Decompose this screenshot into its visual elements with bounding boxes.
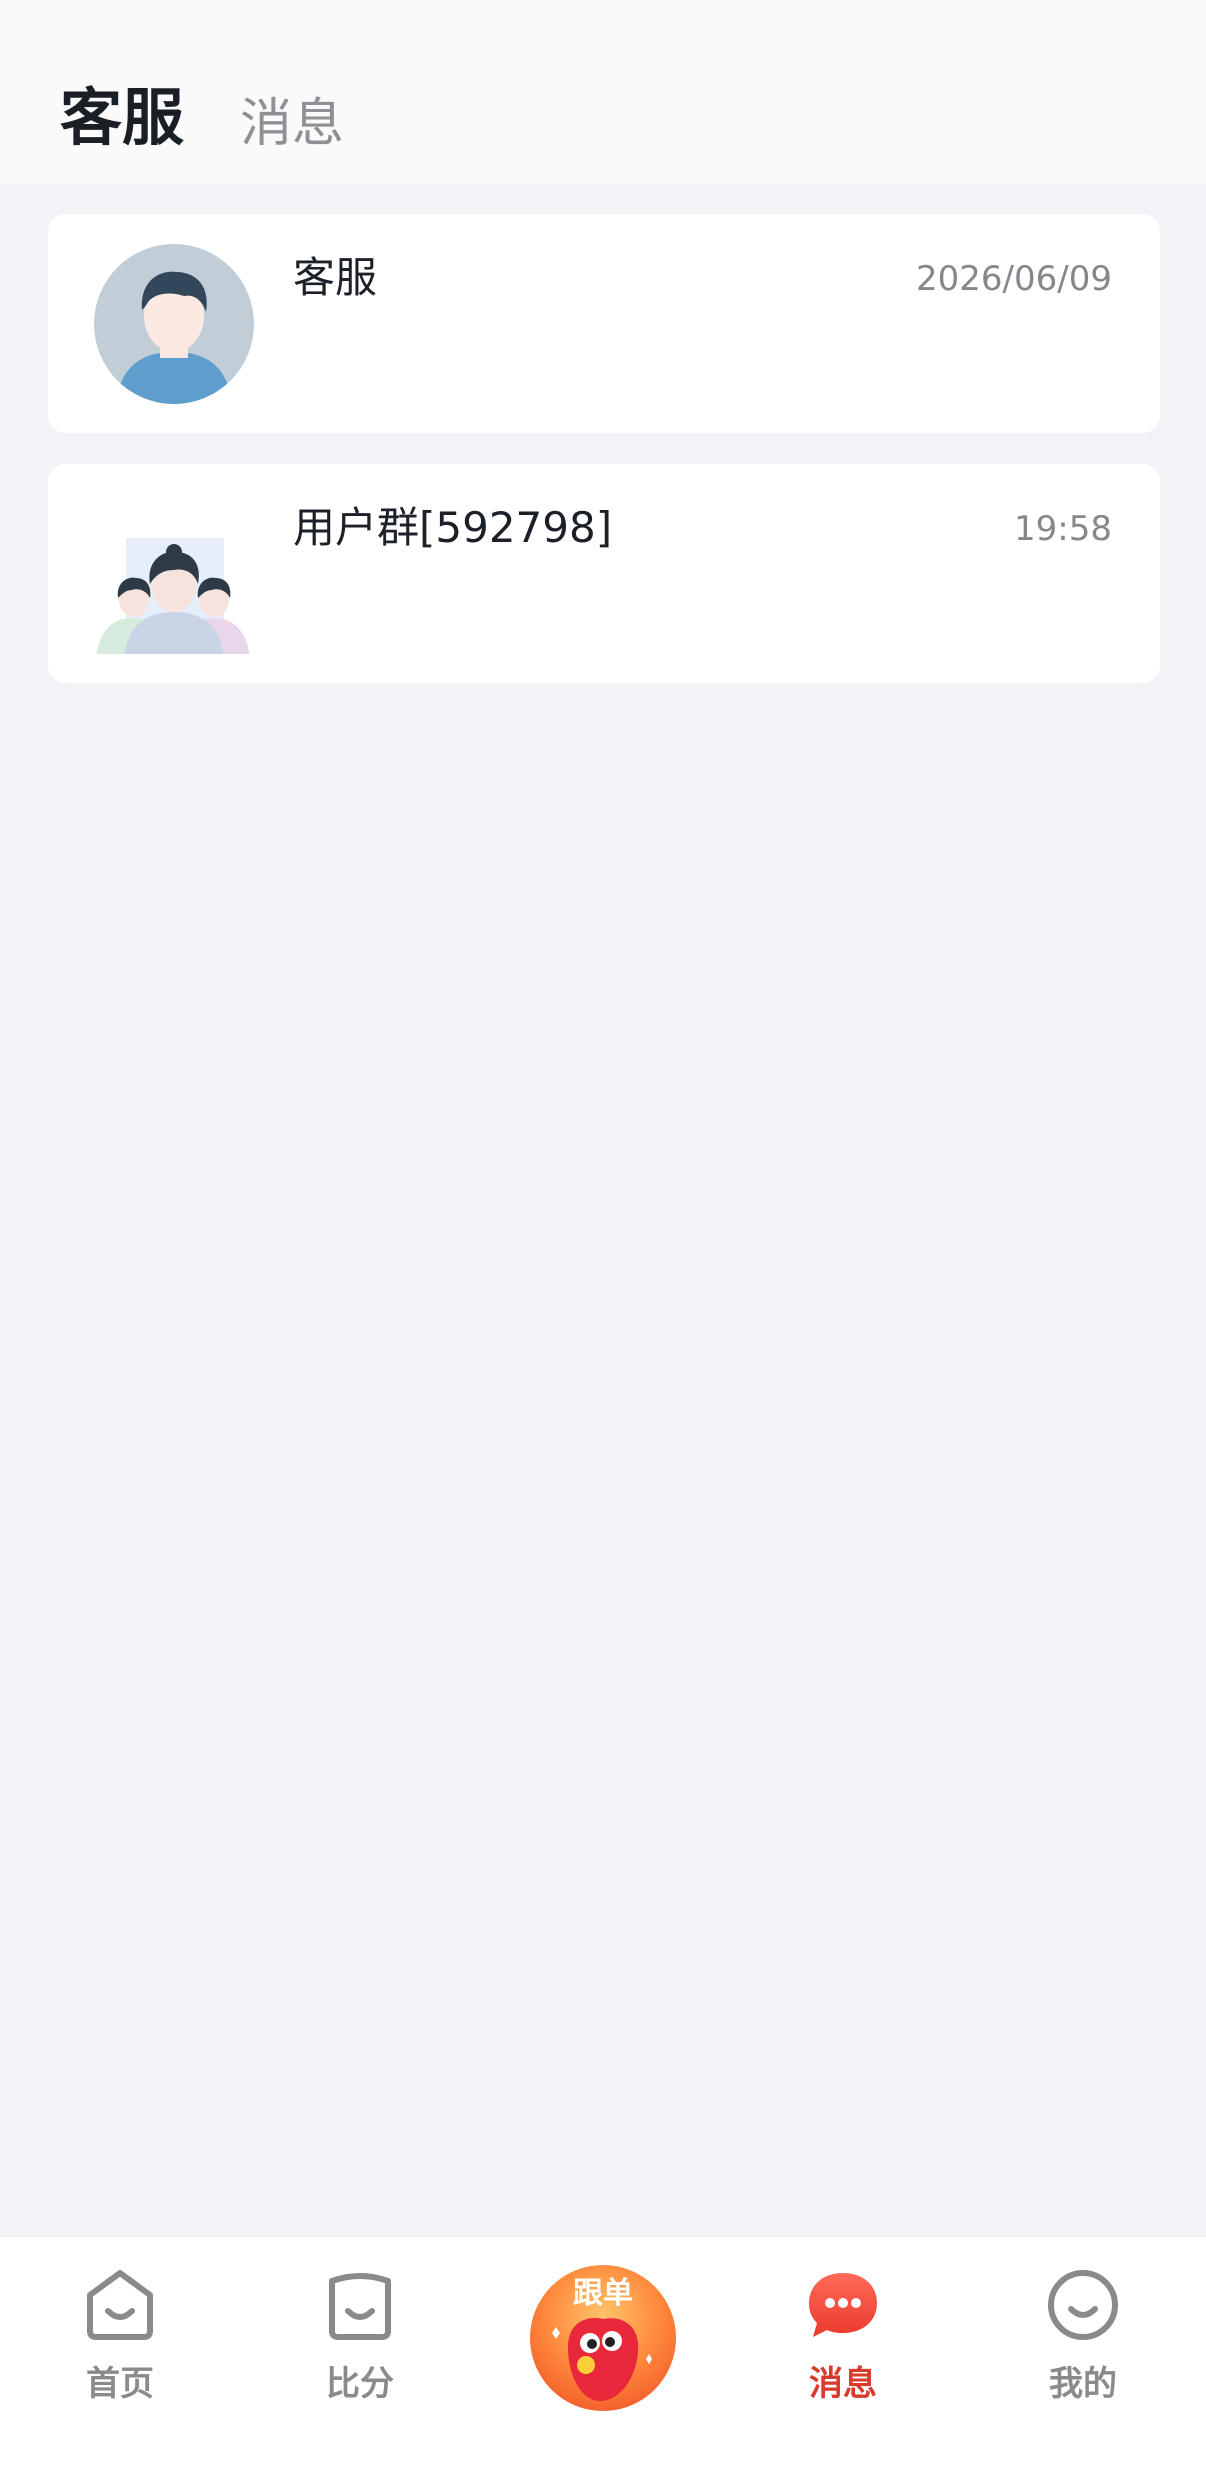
conversation-item-customer-service[interactable]: 客服 2026/06/09 <box>48 214 1160 433</box>
tab-mine[interactable]: 我的 <box>963 2237 1203 2488</box>
tab-customer-service[interactable]: 客服 <box>60 78 184 158</box>
tab-label: 我的 <box>1049 2364 1117 2404</box>
home-icon <box>87 2270 153 2340</box>
tab-label: 消息 <box>809 2364 877 2404</box>
conversation-time: 2026/06/09 <box>916 259 1112 299</box>
tab-label: 首页 <box>86 2364 154 2404</box>
tab-messages-nav[interactable]: 消息 <box>723 2237 963 2488</box>
smile-face-icon <box>1048 2270 1118 2340</box>
tab-scores[interactable]: 比分 <box>240 2237 480 2488</box>
conversation-item-user-group[interactable]: 用户群[592798] 19:58 <box>48 464 1160 683</box>
conversation-time: 19:58 <box>1014 509 1112 549</box>
follow-order-button[interactable]: 跟单 <box>528 2263 678 2413</box>
tab-label: 比分 <box>326 2364 394 2404</box>
header-tabs: 客服 消息 <box>0 0 1206 184</box>
tab-home[interactable]: 首页 <box>0 2237 240 2488</box>
follow-order-label: 跟单 <box>573 2276 633 2311</box>
conversation-title: 客服 <box>293 253 378 302</box>
bottom-tab-bar: 首页 比分 跟单 消息 我的 <box>0 2236 1206 2488</box>
app-root: 客服 消息 客服 2026/06/09 用户群[592798] 19:58 首页… <box>0 0 1206 2488</box>
conversation-title: 用户群[592798] <box>293 503 613 552</box>
tab-messages[interactable]: 消息 <box>240 84 344 164</box>
scores-icon <box>329 2273 391 2340</box>
person-avatar-icon <box>94 244 254 404</box>
chat-bubble-icon <box>809 2273 877 2337</box>
group-avatar-icon <box>96 538 250 654</box>
